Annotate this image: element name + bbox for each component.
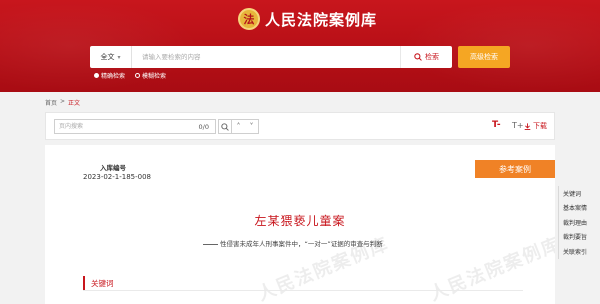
- download-label: 下载: [533, 122, 547, 130]
- site-header: 法 人民法院案例库 全文 ▾ 检索 高级检索 精确检索 模糊检索: [0, 0, 600, 92]
- search-scope-select[interactable]: 全文 ▾: [90, 46, 132, 68]
- search-icon: [414, 53, 422, 61]
- search-input[interactable]: [132, 46, 400, 68]
- side-nav-item-related[interactable]: 关联索引: [559, 244, 600, 259]
- breadcrumb-separator: >: [60, 98, 66, 105]
- in-page-search-controls: ˄ ˅: [218, 119, 259, 134]
- chevron-down-icon: ▾: [117, 53, 121, 61]
- entry-number-label: 入库编号: [100, 164, 126, 172]
- site-brand[interactable]: 法 人民法院案例库: [238, 6, 377, 32]
- search-mode-group: 精确检索 模糊检索: [94, 71, 176, 80]
- court-emblem-icon: 法: [238, 8, 260, 30]
- font-increase-button[interactable]: T-: [492, 120, 501, 130]
- section-divider: [83, 290, 523, 291]
- search-bar: 全文 ▾ 检索: [90, 46, 452, 68]
- side-nav-item-facts[interactable]: 基本案情: [559, 201, 600, 216]
- section-heading-keywords: 关键词: [83, 276, 114, 290]
- search-button[interactable]: 检索: [400, 46, 452, 68]
- download-icon: [524, 122, 531, 130]
- advanced-search-button[interactable]: 高级检索: [458, 46, 510, 68]
- side-nav-item-gist[interactable]: 裁判要旨: [559, 230, 600, 245]
- search-icon[interactable]: [219, 120, 232, 133]
- radio-unselected-icon: [135, 73, 141, 78]
- subtitle-dash: [203, 243, 218, 245]
- side-nav-item-keywords[interactable]: 关键词: [559, 186, 600, 201]
- search-mode-label: 模糊检索: [142, 73, 167, 80]
- in-page-search-input[interactable]: [55, 120, 199, 133]
- breadcrumb-current: 正文: [68, 100, 81, 107]
- search-button-label: 检索: [425, 53, 439, 61]
- entry-number-value: 2023-02-1-185-008: [83, 173, 152, 181]
- watermark: 人民法院案例库: [426, 233, 555, 304]
- search-mode-label: 精确检索: [101, 73, 126, 80]
- case-document: 入库编号 2023-02-1-185-008 参考案例 左某猥亵儿童案 性侵害未…: [45, 145, 555, 304]
- side-navigation: 关键词 基本案情 裁判理由 裁判要旨 关联索引: [558, 186, 600, 259]
- radio-selected-icon: [94, 73, 99, 78]
- side-nav-item-reasoning[interactable]: 裁判理由: [559, 215, 600, 230]
- site-title: 人民法院案例库: [265, 10, 378, 29]
- match-counter: 0/0: [198, 122, 209, 131]
- reference-case-badge: 参考案例: [475, 160, 555, 178]
- chevron-down-icon[interactable]: ˅: [245, 120, 258, 133]
- case-title: 左某猥亵儿童案: [254, 214, 346, 228]
- search-scope-label: 全文: [100, 53, 115, 61]
- chevron-up-icon[interactable]: ˄: [232, 120, 245, 133]
- breadcrumb: 首页 > 正文: [45, 98, 80, 107]
- search-mode-exact[interactable]: 精确检索: [94, 71, 125, 80]
- font-decrease-button[interactable]: T+: [512, 121, 524, 130]
- breadcrumb-home[interactable]: 首页: [45, 98, 57, 107]
- document-toolbar: 0/0 ˄ ˅ T- T+ 下载: [45, 112, 555, 140]
- in-page-search: 0/0: [54, 119, 216, 134]
- search-mode-fuzzy[interactable]: 模糊检索: [135, 71, 166, 80]
- download-button[interactable]: 下载: [524, 121, 547, 131]
